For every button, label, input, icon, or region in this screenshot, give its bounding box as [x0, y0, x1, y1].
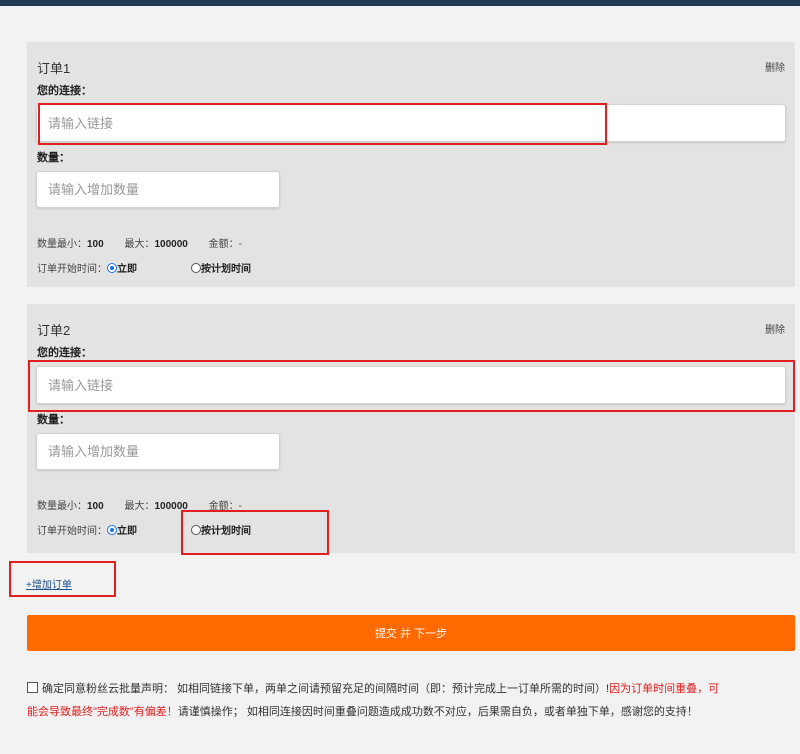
start-time-row: 订单开始时间： 立即 按计划时间 — [37, 260, 251, 275]
quantity-input[interactable] — [36, 433, 280, 470]
order-card-2: 订单2 删除 您的连接： 数量： 数量最小：100 最大：100000 金额：-… — [27, 304, 795, 553]
option-immediately-label: 立即 — [117, 526, 137, 537]
add-order-link[interactable]: +增加订单 — [26, 576, 72, 591]
submit-next-button[interactable]: 提交 并 下一步 — [27, 615, 795, 651]
order-card-1: 订单1 删除 您的连接： 数量： 数量最小：100 最大：100000 金额：-… — [27, 42, 795, 287]
radio-scheduled[interactable] — [191, 263, 201, 273]
radio-scheduled[interactable] — [191, 525, 201, 535]
link-input[interactable] — [36, 104, 786, 142]
order-limits: 数量最小：100 最大：100000 金额：- — [37, 235, 242, 250]
amount-value: - — [238, 501, 242, 512]
amount-value: - — [238, 239, 242, 250]
max-quantity-label: 最大： — [124, 239, 155, 250]
radio-immediately[interactable] — [107, 525, 117, 535]
amount-label: 金额： — [208, 501, 239, 512]
option-immediately-label: 立即 — [117, 264, 137, 275]
start-time-label: 订单开始时间： — [37, 526, 107, 537]
agreement-text-part2: 请谨慎操作； 如相同连接因时间重叠问题造成成功数不对应，后果需自负，或者单独下单… — [177, 706, 698, 718]
max-quantity-value: 100000 — [154, 239, 188, 250]
agreement-statement: 确定同意粉丝云批量声明： 如相同链接下单，两单之间请预留充足的间隔时间（即：预计… — [27, 678, 727, 724]
agreement-text-part1: 确定同意粉丝云批量声明： 如相同链接下单，两单之间请预留充足的间隔时间（即：预计… — [42, 683, 610, 695]
min-quantity-label: 数量最小： — [37, 501, 87, 512]
agree-checkbox[interactable] — [27, 682, 38, 693]
min-quantity-label: 数量最小： — [37, 239, 87, 250]
order-title: 订单2 — [37, 323, 71, 338]
min-quantity-value: 100 — [87, 501, 104, 512]
option-scheduled-label: 按计划时间 — [201, 526, 251, 537]
top-bar — [0, 0, 800, 6]
delete-order-button[interactable]: 删除 — [765, 59, 785, 74]
quantity-label: 数量： — [37, 414, 70, 426]
link-input[interactable] — [36, 366, 786, 404]
option-immediately[interactable]: 立即 — [107, 522, 137, 537]
option-scheduled[interactable]: 按计划时间 — [191, 260, 251, 275]
option-immediately[interactable]: 立即 — [107, 260, 137, 275]
option-scheduled[interactable]: 按计划时间 — [191, 522, 251, 537]
order-title: 订单1 — [37, 61, 71, 76]
link-label: 您的连接： — [37, 347, 92, 359]
max-quantity-value: 100000 — [154, 501, 188, 512]
quantity-input[interactable] — [36, 171, 280, 208]
start-time-label: 订单开始时间： — [37, 264, 107, 275]
start-time-row: 订单开始时间： 立即 按计划时间 — [37, 522, 251, 537]
delete-order-button[interactable]: 删除 — [765, 321, 785, 336]
option-scheduled-label: 按计划时间 — [201, 264, 251, 275]
min-quantity-value: 100 — [87, 239, 104, 250]
quantity-label: 数量： — [37, 152, 70, 164]
link-label: 您的连接： — [37, 85, 92, 97]
max-quantity-label: 最大： — [124, 501, 155, 512]
radio-immediately[interactable] — [107, 263, 117, 273]
order-limits: 数量最小：100 最大：100000 金额：- — [37, 497, 242, 512]
amount-label: 金额： — [208, 239, 239, 250]
